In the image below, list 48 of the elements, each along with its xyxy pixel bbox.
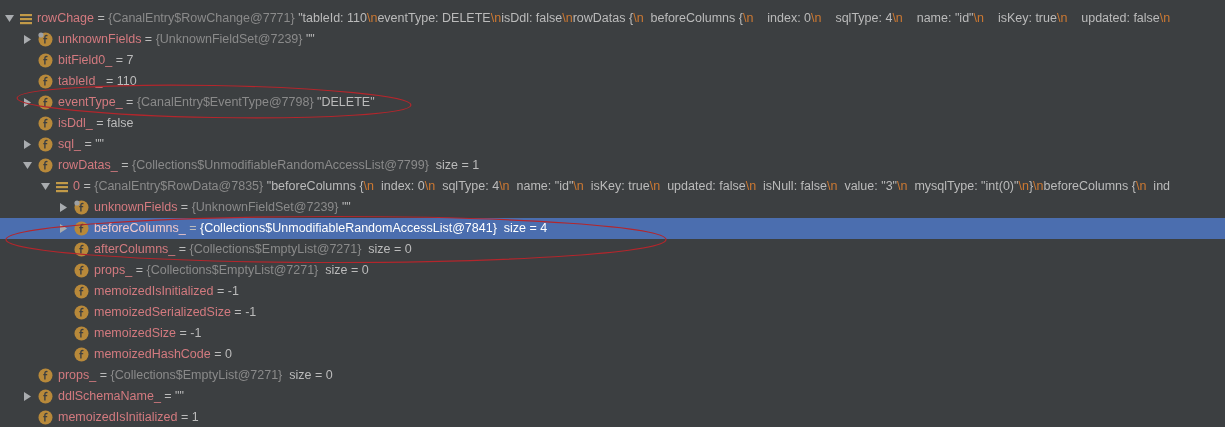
variable-entry[interactable]: unknownFields = {UnknownFieldSet@7239} "" — [94, 198, 351, 217]
field-icon — [38, 368, 53, 383]
variable-entry[interactable]: unknownFields = {UnknownFieldSet@7239} "" — [58, 30, 315, 49]
variable-entry[interactable]: memoizedIsInitialized = -1 — [94, 282, 239, 301]
field-icon — [38, 53, 53, 68]
expand-arrow-icon[interactable] — [22, 392, 32, 401]
variable-entry[interactable]: sql_ = "" — [58, 135, 105, 154]
field-icon — [38, 95, 53, 110]
variable-entry[interactable]: afterColumns_ = {Collections$EmptyList@7271} size = 0 — [94, 240, 412, 259]
expand-arrow-icon[interactable] — [58, 224, 68, 233]
expand-arrow-icon[interactable] — [22, 98, 32, 107]
field-icon — [38, 116, 53, 131]
field-icon — [74, 347, 89, 362]
variable-entry[interactable]: memoizedSize = -1 — [94, 324, 202, 343]
variable-entry[interactable]: tableId_ = 110 — [58, 72, 137, 91]
field-icon — [38, 32, 53, 47]
variable-entry[interactable]: rowChage = {CanalEntry$RowChange@7771} "tableId: 110\neventType: DELETE\nisDdl: false\nrowDatas {\n beforeColumns {\n index: 0\n sqlType: 4\n name: "id"\n isKey: true\n updated: false\n — [37, 9, 1171, 28]
collapse-arrow-icon[interactable] — [22, 161, 32, 170]
field-icon — [38, 137, 53, 152]
variable-entry[interactable]: rowDatas_ = {Collections$UnmodifiableRandomAccessList@7799} size = 1 — [58, 156, 480, 175]
variable-entry[interactable]: eventType_ = {CanalEntry$EventType@7798} "DELETE" — [58, 93, 375, 112]
field-icon — [74, 326, 89, 341]
field-icon — [38, 158, 53, 173]
collapse-arrow-icon[interactable] — [40, 182, 50, 191]
variable-entry[interactable]: memoizedHashCode = 0 — [94, 345, 232, 364]
expand-arrow-icon[interactable] — [58, 203, 68, 212]
field-icon — [74, 284, 89, 299]
collapse-arrow-icon[interactable] — [4, 14, 14, 23]
variable-entry[interactable]: memoizedSerializedSize = -1 — [94, 303, 257, 322]
variable-entry[interactable]: memoizedIsInitialized = 1 — [58, 408, 199, 427]
variable-entry[interactable]: ddlSchemaName_ = "" — [58, 387, 184, 406]
field-icon — [74, 242, 89, 257]
variable-entry[interactable]: props_ = {Collections$EmptyList@7271} size = 0 — [94, 261, 369, 280]
field-icon — [74, 263, 89, 278]
field-icon — [38, 410, 53, 425]
field-icon — [74, 305, 89, 320]
variable-entry[interactable]: 0 = {CanalEntry$RowData@7835} "beforeColumns {\n index: 0\n sqlType: 4\n name: "id"\n isKey: true\n updated: false\n isNull: false\n value: "3"\n mysqlType: "int(0)"\n}\nbeforeColumns {\n ind — [73, 177, 1171, 196]
variable-entry[interactable]: props_ = {Collections$EmptyList@7271} size = 0 — [58, 366, 333, 385]
variable-entry[interactable]: isDdl_ = false — [58, 114, 134, 133]
field-icon — [74, 200, 89, 215]
variable-entry[interactable]: bitField0_ = 7 — [58, 51, 134, 70]
list-icon — [56, 180, 68, 193]
field-icon — [38, 389, 53, 404]
expand-arrow-icon[interactable] — [22, 35, 32, 44]
expand-arrow-icon[interactable] — [22, 140, 32, 149]
list-icon — [20, 12, 32, 25]
field-icon — [38, 74, 53, 89]
field-icon — [74, 221, 89, 236]
